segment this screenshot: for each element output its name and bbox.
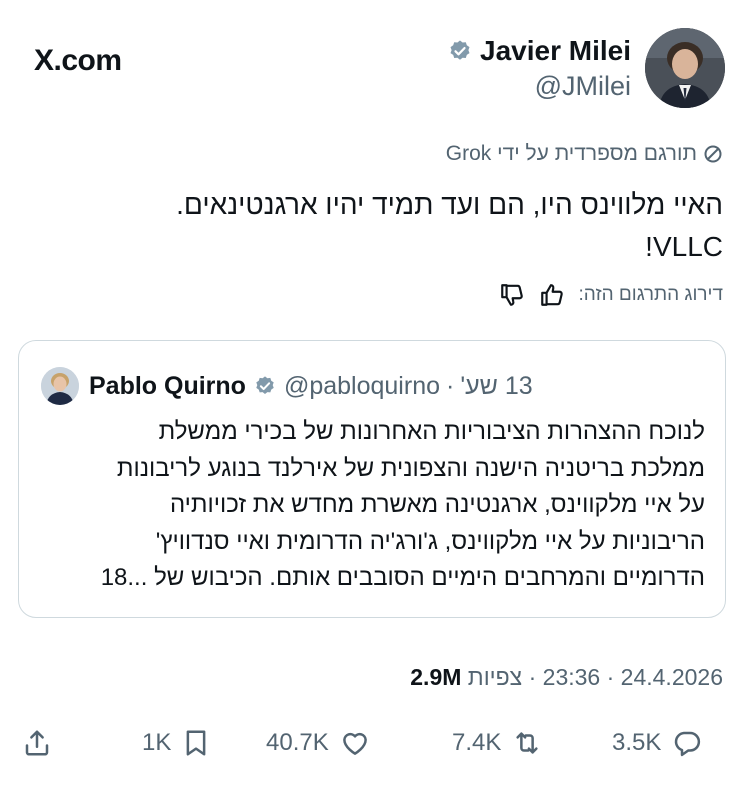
repost-icon — [516, 732, 538, 754]
verified-badge-icon — [450, 40, 470, 60]
quoted-line: הדרומיים והמרחבים הימיים הסובבים אותם. ה… — [100, 564, 705, 591]
action-bar: 1K 40.7K 7.4K 3.5K — [0, 720, 743, 780]
thumbs-down-icon[interactable] — [499, 282, 525, 308]
author-handle[interactable]: @JMilei — [448, 71, 631, 102]
repost-count: 7.4K — [452, 729, 502, 756]
share-icon — [25, 730, 49, 756]
quoted-avatar-image — [41, 367, 79, 405]
quoted-line: הריבוניות על איי מלקווינס, ג'ורג'יה הדרו… — [155, 527, 705, 555]
reply-icon — [675, 731, 701, 757]
translate-icon — [704, 145, 722, 163]
quoted-header: Pablo Quirno @pabloquirno · 13 שע' — [41, 367, 533, 405]
repost-button[interactable]: 7.4K — [452, 728, 543, 758]
verified-badge-icon — [256, 376, 274, 394]
author-name[interactable]: Javier Milei — [480, 35, 631, 67]
tweet-line: האיי מלווינס היו, הם ועד תמיד יהיו ארגנט… — [176, 189, 723, 220]
like-icon — [342, 732, 367, 755]
quoted-time[interactable]: 13 שע' — [460, 372, 532, 401]
tweet-date[interactable]: 24.4.2026 — [621, 664, 723, 690]
quoted-author-name[interactable]: Pablo Quirno — [89, 372, 246, 401]
avatar[interactable] — [645, 28, 725, 108]
share-button[interactable] — [22, 728, 52, 758]
quoted-tweet[interactable]: Pablo Quirno @pabloquirno · 13 שע' לנוכח… — [18, 340, 726, 618]
quoted-line: ממלכת בריטניה הישנה והצפונית של אירלנד ב… — [116, 454, 705, 482]
reply-button[interactable]: 3.5K — [612, 728, 703, 758]
author-block[interactable]: Javier Milei @JMilei — [448, 28, 725, 108]
separator-dot: · — [600, 664, 615, 690]
views-count: 2.9M — [410, 664, 462, 690]
tweet-line: VLLC! — [645, 231, 723, 262]
quoted-line: לנוכח ההצהרות הציבוריות האחרונות של בכיר… — [158, 418, 705, 445]
translation-label: תורגם מספרדית על ידי Grok — [445, 142, 697, 165]
separator-dot: · — [522, 664, 537, 690]
site-logo: X.com — [34, 44, 122, 77]
author-name-row[interactable]: Javier Milei — [448, 35, 631, 67]
separator-dot: · — [446, 371, 455, 400]
quoted-avatar[interactable] — [41, 367, 79, 405]
bookmark-count: 1K — [142, 729, 172, 756]
like-button[interactable]: 40.7K — [266, 728, 371, 758]
tweet-meta: 24.4.2026 · 23:36 · צפיות 2.9M — [410, 664, 723, 691]
quoted-line: על איי מלקווינס, ארגנטינה מאשרת מחדש את … — [169, 491, 705, 518]
tweet-text: האיי מלווינס היו, הם ועד תמיד יהיו ארגנט… — [60, 184, 723, 268]
bookmark-icon — [186, 730, 206, 756]
reply-count: 3.5K — [612, 729, 662, 756]
thumbs-up-icon[interactable] — [539, 282, 565, 308]
quoted-author-handle[interactable]: @pabloquirno — [284, 372, 440, 401]
rating-label: דירוג התרגום הזה: — [578, 284, 724, 305]
tweet-time[interactable]: 23:36 — [543, 664, 601, 690]
like-count: 40.7K — [266, 729, 329, 756]
views-label: צפיות — [467, 664, 523, 690]
translation-note: תורגם מספרדית על ידי Grok — [446, 142, 723, 166]
translation-rating: דירוג התרגום הזה: — [499, 282, 724, 308]
quoted-text: לנוכח ההצהרות הציבוריות האחרונות של בכיר… — [45, 414, 705, 597]
avatar-image — [645, 28, 725, 108]
bookmark-button[interactable]: 1K — [142, 728, 211, 758]
